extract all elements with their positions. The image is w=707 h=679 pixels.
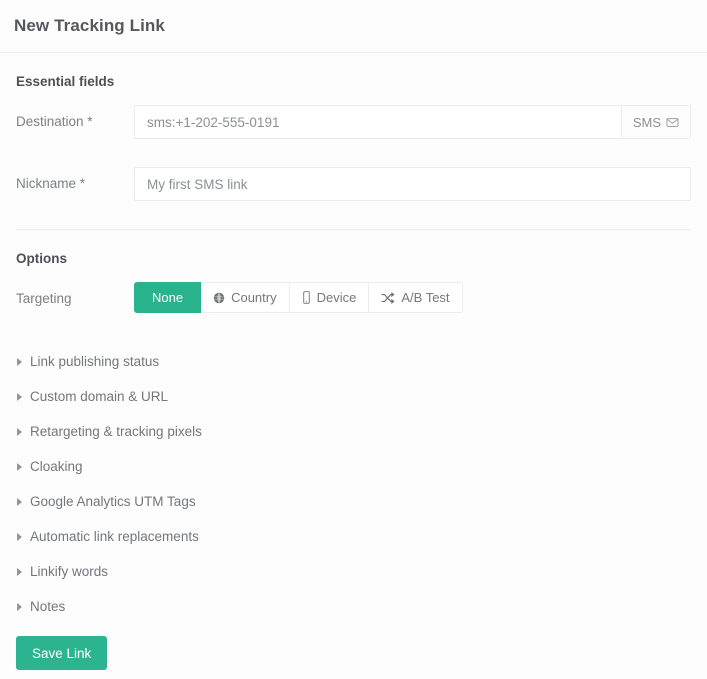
targeting-option-country-label: Country [231,290,277,305]
caret-right-icon [16,497,23,506]
caret-right-icon [16,602,23,611]
accordion-item-label: Link publishing status [30,354,160,369]
caret-right-icon [16,462,23,471]
targeting-row: Targeting None Country Device A/B Test [16,282,691,316]
destination-label: Destination * [16,114,93,129]
mobile-icon [302,291,311,304]
new-tracking-link-page: New Tracking Link Essential fields Desti… [0,0,707,679]
caret-right-icon [16,357,23,366]
targeting-button-group: None Country Device A/B Test [134,282,463,313]
accordion-item-notes[interactable]: Notes [16,589,691,624]
shuffle-icon [381,291,395,304]
section-divider [16,229,691,230]
page-title: New Tracking Link [14,16,165,35]
globe-icon [213,292,225,304]
targeting-option-device-label: Device [316,290,357,305]
accordion-item-linkify-words[interactable]: Linkify words [16,554,691,589]
destination-input[interactable] [134,105,621,139]
sms-addon-label: SMS [632,114,661,130]
accordion-item-label: Linkify words [30,564,109,579]
caret-right-icon [16,567,23,576]
save-link-button[interactable]: Save Link [16,636,108,670]
accordion-item-custom-domain-url[interactable]: Custom domain & URL [16,379,691,414]
nickname-input[interactable] [134,167,691,201]
destination-row: Destination * SMS [16,105,691,139]
caret-right-icon [16,427,23,436]
targeting-label: Targeting [16,291,72,306]
accordion-item-label: Notes [30,599,66,614]
destination-input-group: SMS [134,105,691,139]
accordion-item-label: Google Analytics UTM Tags [30,494,196,509]
destination-type-addon[interactable]: SMS [620,105,691,139]
options-accordion-list: Link publishing status Custom domain & U… [16,344,691,624]
nickname-input-group [134,167,691,201]
options-heading: Options [16,251,67,266]
nickname-row: Nickname * [16,167,691,201]
targeting-option-ab-test-label: A/B Test [401,290,450,305]
envelope-icon [666,116,679,129]
page-header: New Tracking Link [0,0,707,53]
nickname-label: Nickname * [16,176,86,191]
caret-right-icon [16,392,23,401]
accordion-item-link-publishing-status[interactable]: Link publishing status [16,344,691,379]
targeting-option-ab-test[interactable]: A/B Test [369,282,463,313]
accordion-item-label: Custom domain & URL [30,389,169,404]
accordion-item-retargeting-tracking-pixels[interactable]: Retargeting & tracking pixels [16,414,691,449]
caret-right-icon [16,532,23,541]
essential-fields-heading: Essential fields [16,74,115,89]
form-body: Essential fields Destination * SMS Nickn… [0,74,707,670]
targeting-option-none-label: None [152,290,184,305]
accordion-item-label: Automatic link replacements [30,529,199,544]
accordion-item-automatic-link-replacements[interactable]: Automatic link replacements [16,519,691,554]
targeting-option-device[interactable]: Device [289,282,370,313]
accordion-item-cloaking[interactable]: Cloaking [16,449,691,484]
accordion-item-label: Cloaking [30,459,83,474]
targeting-option-country[interactable]: Country [201,282,290,313]
accordion-item-label: Retargeting & tracking pixels [30,424,202,439]
targeting-option-none[interactable]: None [134,282,202,313]
accordion-item-google-analytics-utm-tags[interactable]: Google Analytics UTM Tags [16,484,691,519]
